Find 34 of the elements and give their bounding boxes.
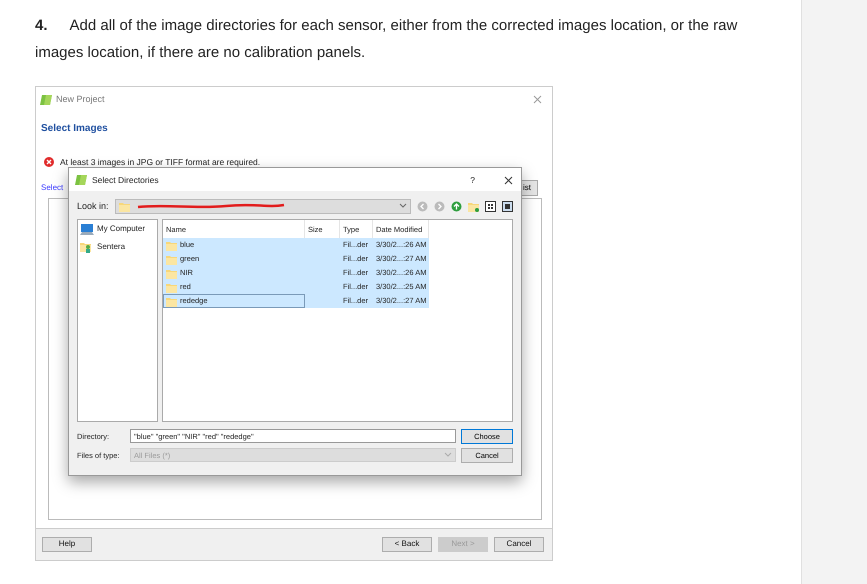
folder-icon: [166, 282, 177, 292]
wizard-button[interactable]: < Back: [382, 537, 432, 552]
page-heading: Select Images: [40, 122, 109, 136]
folder-icon: [118, 200, 130, 212]
place-item[interactable]: My Computer: [80, 222, 155, 235]
wizard-button[interactable]: Cancel: [494, 537, 544, 552]
wizard-button[interactable]: Help: [42, 537, 92, 552]
computer-icon: [80, 222, 94, 235]
grid-view-icon[interactable]: [485, 200, 496, 212]
app-logo-icon: [40, 94, 52, 106]
instruction-text: 4. Add all of the image directories for each sensor, either from the corrected images location, or the raw images location, if there are no calibration panels.: [35, 16, 738, 63]
error-icon: [44, 156, 54, 167]
folder-icon: [166, 254, 177, 264]
user-folder-icon: [80, 240, 94, 253]
dialog-title: Select Directories: [92, 174, 159, 187]
folder-icon: [166, 296, 177, 306]
window-title: New Project: [56, 93, 105, 106]
folder-icon: [166, 268, 177, 278]
select-label: Select: [41, 182, 64, 194]
detail-view-icon[interactable]: [502, 200, 513, 212]
place-item[interactable]: Sentera: [80, 240, 155, 253]
new-folder-icon[interactable]: [468, 200, 479, 212]
folder-icon: [166, 240, 177, 250]
app-logo-icon: [75, 174, 87, 186]
look-in-dropdown[interactable]: [114, 198, 411, 214]
caret-icon: [444, 452, 452, 458]
back-icon[interactable]: [417, 200, 428, 212]
up-arrow-icon[interactable]: [451, 200, 462, 212]
caret-icon: [399, 203, 407, 210]
error-message: At least 3 images in JPG or TIFF format are required.: [60, 156, 260, 168]
close-icon[interactable]: [504, 176, 513, 185]
forward-icon[interactable]: [434, 200, 445, 212]
look-in-label: Look in:: [77, 200, 109, 212]
help-button[interactable]: ?: [470, 174, 475, 187]
